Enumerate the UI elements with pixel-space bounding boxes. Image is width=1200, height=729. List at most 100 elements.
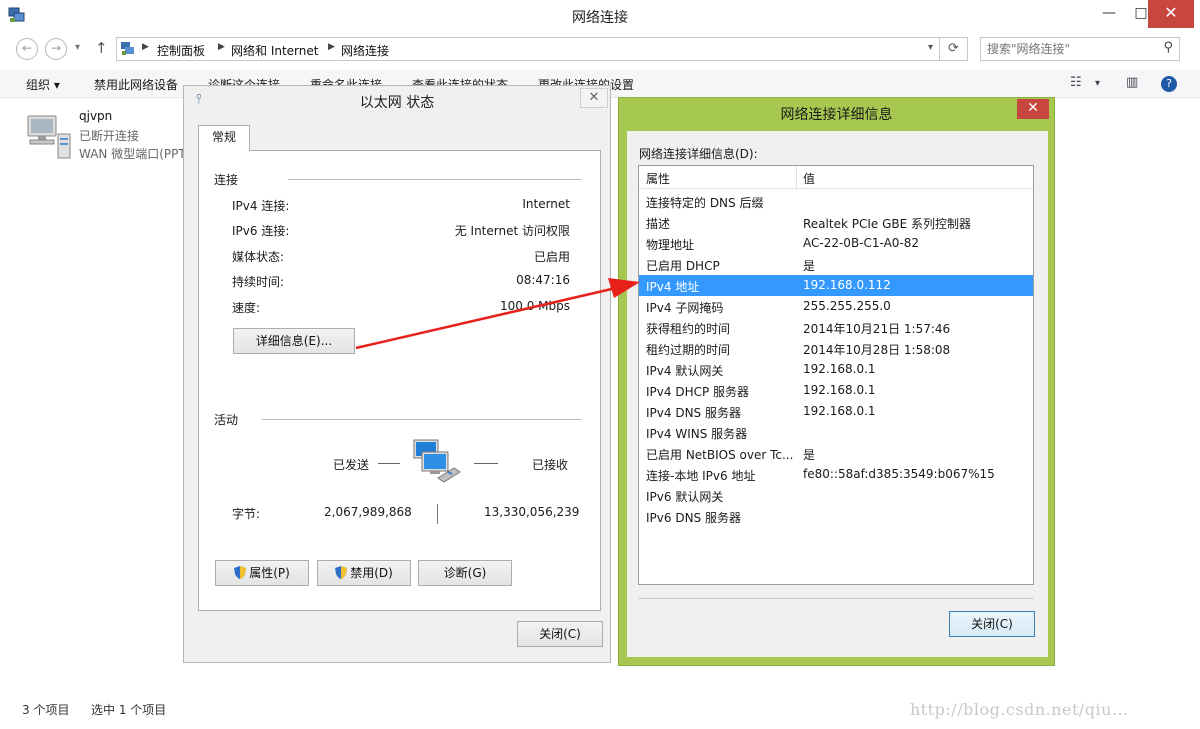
address-bar[interactable]: ▶ 控制面板 ▶ 网络和 Internet ▶ 网络连接 ▾ (116, 37, 940, 61)
column-header-value[interactable]: 值 (803, 170, 815, 187)
sent-dash (378, 463, 400, 464)
details-row-value: AC-22-0B-C1-A0-82 (803, 236, 920, 250)
connection-item-qjvpn[interactable]: qjvpn 已断开连接 WAN 微型端口(PPTP) (22, 108, 192, 162)
control-panel-icon (121, 42, 134, 55)
window-titlebar: 网络连接 — □ ✕ (0, 0, 1200, 32)
disable-button[interactable]: 禁用(D) (317, 560, 411, 586)
details-row[interactable]: IPv4 地址 192.168.0.112 (639, 275, 1033, 296)
bytes-divider (437, 504, 438, 524)
bytes-label: 字节: (232, 507, 261, 521)
details-close-button[interactable]: 关闭(C) (949, 611, 1035, 637)
tab-general[interactable]: 常规 (198, 125, 250, 151)
window-title: 网络连接 (572, 10, 628, 26)
disable-label: 禁用(D) (350, 566, 393, 580)
details-row-value: 192.168.0.1 (803, 383, 876, 397)
connection-group-label: 连接 (214, 173, 239, 187)
details-row-property: IPv6 DNS 服务器 (646, 511, 741, 525)
details-row-value: 2014年10月21日 1:57:46 (803, 322, 951, 336)
forward-arrow-icon[interactable]: → (45, 38, 67, 60)
breadcrumb-chevron-icon[interactable]: ▶ (328, 42, 335, 52)
sent-label: 已发送 (333, 458, 370, 472)
search-box[interactable]: ⚲ (980, 37, 1180, 61)
ipv4-connection-label: IPv4 连接: (232, 199, 290, 213)
details-row[interactable]: 物理地址 AC-22-0B-C1-A0-82 (639, 233, 1033, 254)
preview-pane-icon[interactable]: ▥ (1126, 75, 1138, 90)
details-row[interactable]: 描述 Realtek PCIe GBE 系列控制器 (639, 212, 1033, 233)
recent-locations-chevron-icon[interactable]: ▾ (75, 42, 80, 53)
properties-button[interactable]: 属性(P) (215, 560, 309, 586)
details-row-value: 是 (803, 448, 816, 462)
details-row[interactable]: 租约过期的时间 2014年10月28日 1:58:08 (639, 338, 1033, 359)
column-separator[interactable] (796, 166, 797, 188)
close-window-button[interactable]: ✕ (1148, 0, 1194, 28)
diagnose-button[interactable]: 诊断(G) (418, 560, 512, 586)
network-computers-icon (413, 439, 461, 483)
breadcrumb-network-internet[interactable]: 网络和 Internet (231, 42, 318, 59)
breadcrumb-control-panel[interactable]: 控制面板 (157, 42, 205, 59)
details-row-property: 描述 (646, 217, 671, 231)
properties-label: 属性(P) (249, 566, 290, 580)
minimize-button[interactable]: — (1092, 0, 1126, 28)
breadcrumb-chevron-icon[interactable]: ▶ (142, 42, 149, 52)
details-row-value: 192.168.0.1 (803, 404, 876, 418)
details-row[interactable]: 已启用 NetBIOS over Tc... 是 (639, 443, 1033, 464)
details-row[interactable]: 连接-本地 IPv6 地址 fe80::58af:d385:3549:b067%1… (639, 464, 1033, 485)
received-dash (474, 463, 498, 464)
details-row[interactable]: IPv6 默认网关 (639, 485, 1033, 506)
item-count: 3 个项目 (22, 703, 70, 717)
selected-count: 选中 1 个项目 (91, 703, 167, 717)
uac-shield-icon (234, 566, 247, 579)
organize-menu[interactable]: 组织 ▾ (26, 76, 60, 93)
up-arrow-icon[interactable]: ↑ (95, 39, 108, 57)
details-row[interactable]: IPv4 DNS 服务器 192.168.0.1 (639, 401, 1033, 422)
watermark: http://blog.csdn.net/qiu... (910, 700, 1129, 719)
group-divider (262, 419, 582, 420)
view-options-chevron-icon[interactable]: ▾ (1095, 78, 1100, 89)
ipv6-connection-value: 无 Internet 访问权限 (454, 224, 570, 238)
details-row[interactable]: 获得租约的时间 2014年10月21日 1:57:46 (639, 317, 1033, 338)
disable-device-button[interactable]: 禁用此网络设备 (94, 76, 178, 93)
media-state-value: 已启用 (533, 250, 570, 264)
general-tab-panel (198, 150, 601, 611)
breadcrumb-chevron-icon[interactable]: ▶ (218, 42, 225, 52)
uac-shield-icon (335, 566, 348, 579)
breadcrumb-network-connections[interactable]: 网络连接 (341, 42, 389, 59)
details-row[interactable]: IPv4 DHCP 服务器 192.168.0.1 (639, 380, 1033, 401)
back-arrow-icon[interactable]: ← (16, 38, 38, 60)
details-row[interactable]: 连接特定的 DNS 后缀 (639, 191, 1033, 212)
dialog-close-icon[interactable]: ✕ (580, 88, 608, 108)
details-row-value: 192.168.0.112 (803, 278, 891, 292)
vpn-connection-icon (27, 115, 71, 159)
bytes-received-value: 13,330,056,239 (484, 505, 580, 519)
refresh-icon[interactable]: ⟳ (940, 37, 968, 61)
ipv6-connection-label: IPv6 连接: (232, 224, 290, 238)
details-row[interactable]: IPv4 默认网关 192.168.0.1 (639, 359, 1033, 380)
ipv4-connection-value: Internet (522, 197, 570, 211)
navigation-bar: ← → ▾ ↑ ▶ 控制面板 ▶ 网络和 Internet ▶ 网络连接 ▾ ⟳… (0, 34, 1200, 64)
help-icon[interactable]: ? (1161, 76, 1177, 92)
details-listview[interactable]: 属性 值 连接特定的 DNS 后缀 描述 Realtek PCIe GBE 系列控制… (638, 165, 1034, 585)
details-divider (638, 598, 1034, 599)
details-close-icon[interactable]: ✕ (1017, 99, 1049, 119)
details-row-property: 物理地址 (646, 238, 695, 252)
details-row[interactable]: IPv6 DNS 服务器 (639, 506, 1033, 527)
details-button[interactable]: 详细信息(E)... (233, 328, 355, 354)
dialog-title: 以太网 状态 (359, 95, 435, 111)
details-row-property: IPv6 默认网关 (646, 490, 724, 504)
details-row-property: 租约过期的时间 (646, 343, 731, 357)
details-row-value: 192.168.0.1 (803, 362, 876, 376)
details-row-property: IPv4 DNS 服务器 (646, 406, 741, 420)
duration-label: 持续时间: (232, 275, 285, 289)
details-row[interactable]: IPv4 子网掩码 255.255.255.0 (639, 296, 1033, 317)
search-icon[interactable]: ⚲ (1163, 40, 1173, 55)
column-header-property[interactable]: 属性 (646, 170, 670, 187)
details-row-property: 获得租约的时间 (646, 322, 731, 336)
search-input[interactable] (987, 39, 1157, 59)
details-row-property: IPv4 WINS 服务器 (646, 427, 748, 441)
group-divider (288, 179, 582, 180)
details-row[interactable]: 已启用 DHCP 是 (639, 254, 1033, 275)
status-close-button[interactable]: 关闭(C) (517, 621, 603, 647)
view-options-icon[interactable]: ☷ (1070, 75, 1082, 90)
details-row[interactable]: IPv4 WINS 服务器 (639, 422, 1033, 443)
address-history-chevron-icon[interactable]: ▾ (928, 42, 933, 53)
